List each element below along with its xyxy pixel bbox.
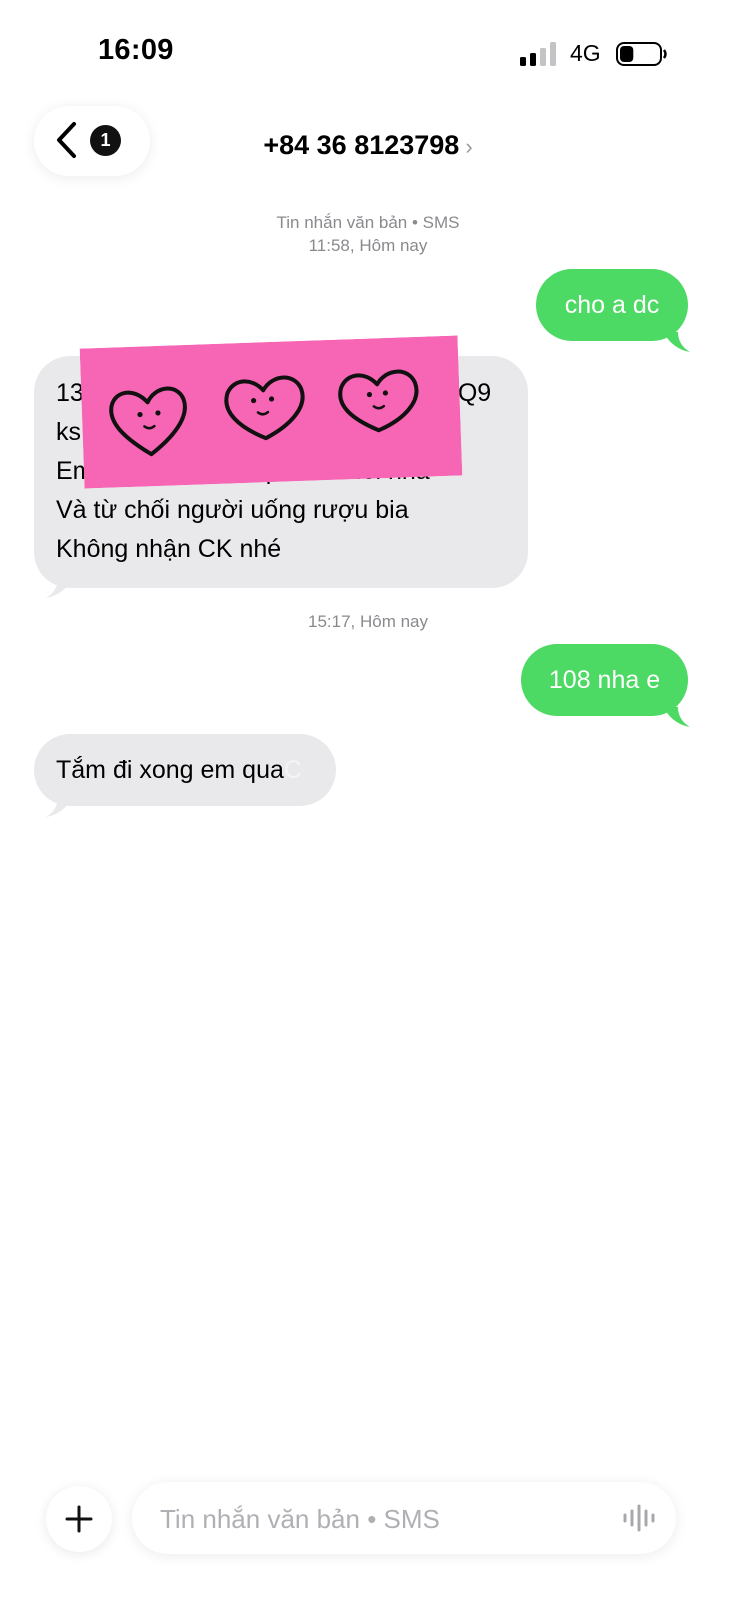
chevron-right-icon: › — [465, 134, 473, 159]
timestamp: 11:58, Hôm nay — [308, 236, 428, 255]
message-line: Và từ chối người uống rượu bia — [56, 496, 409, 524]
battery-icon — [616, 42, 667, 66]
pink-heart-faces-sticker — [79, 335, 463, 489]
network-type: 4G — [570, 40, 601, 66]
bubble-tail — [664, 707, 690, 727]
outgoing-message[interactable]: 108 nha e — [521, 644, 688, 716]
cellular-signal-icon — [520, 42, 556, 66]
outgoing-message[interactable]: cho a dc — [536, 269, 688, 341]
status-time: 16:09 — [98, 34, 174, 66]
contact-header[interactable]: +84 36 8123798 › — [0, 130, 736, 161]
timestamp: 15:17, Hôm nay — [307, 612, 428, 631]
message-text: cho a dc — [564, 291, 660, 319]
message-composer[interactable] — [132, 1482, 676, 1556]
messages-screen: 16:09 4G 1 +84 36 8123798 › Tin nhắn văn … — [0, 0, 736, 1600]
bubble-tail — [664, 332, 690, 352]
add-attachment-button[interactable] — [46, 1486, 112, 1552]
bubble-tail — [46, 578, 72, 598]
message-text: Tắm đi xong em quaC — [56, 756, 302, 784]
waveform-icon[interactable] — [622, 1504, 656, 1532]
service-label: Tin nhắn văn bản • SMS — [276, 213, 460, 232]
incoming-message[interactable]: Tắm đi xong em quaC — [34, 734, 336, 806]
message-input[interactable] — [158, 1482, 602, 1556]
faded-text: C — [283, 756, 302, 784]
thread-timestamp: Tin nhắn văn bản • SMS 11:58, Hôm nay — [0, 211, 736, 257]
message-text: 108 nha e — [548, 666, 661, 694]
message-line: Không nhận CK nhé — [56, 535, 282, 563]
plus-icon — [65, 1505, 93, 1533]
bubble-tail — [46, 797, 72, 817]
contact-number[interactable]: +84 36 8123798 — [263, 130, 459, 160]
